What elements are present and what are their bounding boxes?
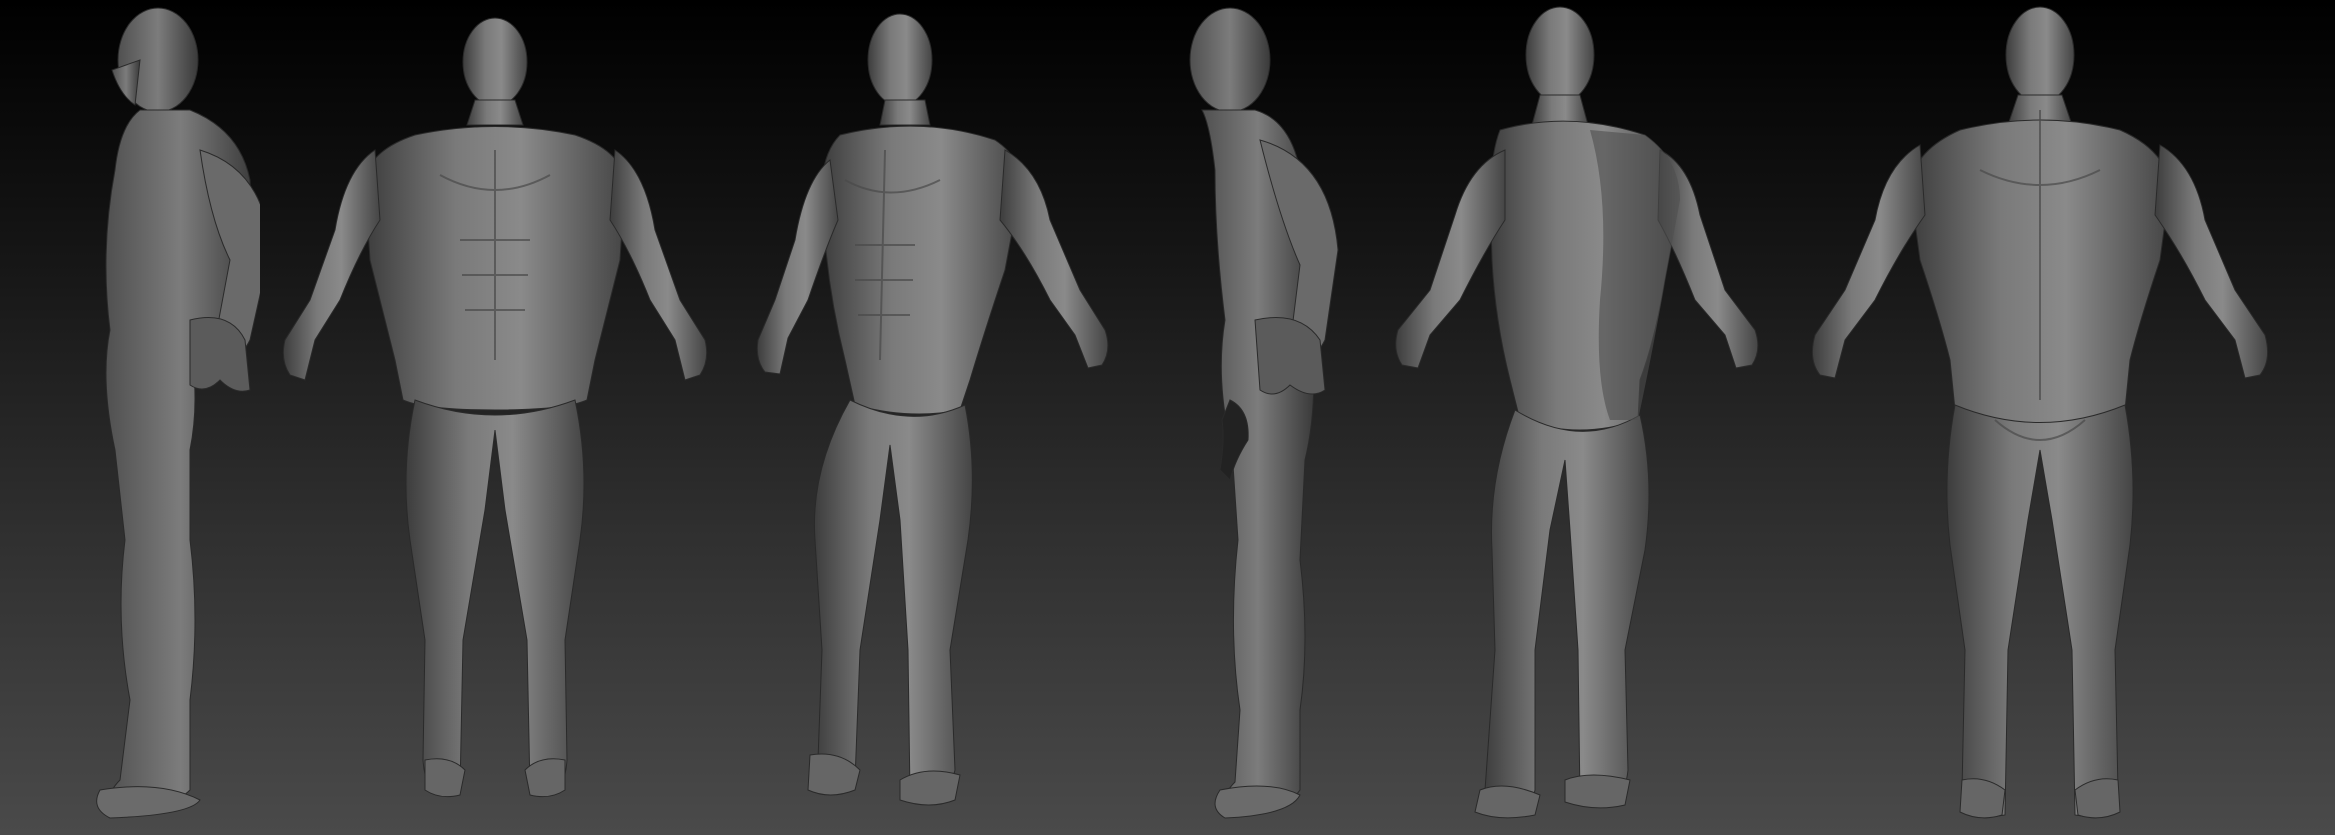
figure-back-three-quarter-view	[1380, 0, 1780, 835]
figure-left-side-view	[40, 0, 260, 835]
figure-front-three-quarter-silhouette	[756, 13, 1109, 806]
figure-left-side-silhouette	[96, 7, 260, 819]
figure-front-view	[265, 0, 725, 835]
figure-right-side-silhouette	[1189, 7, 1339, 819]
figure-right-side-view	[1160, 0, 1360, 835]
sculpt-turnaround-image	[0, 0, 2335, 835]
figure-back-three-quarter-silhouette	[1395, 6, 1759, 819]
figure-back-view	[1790, 0, 2290, 835]
figure-front-three-quarter-view	[750, 0, 1150, 835]
figure-back-silhouette	[1811, 6, 2269, 819]
figure-front-silhouette	[282, 17, 708, 798]
